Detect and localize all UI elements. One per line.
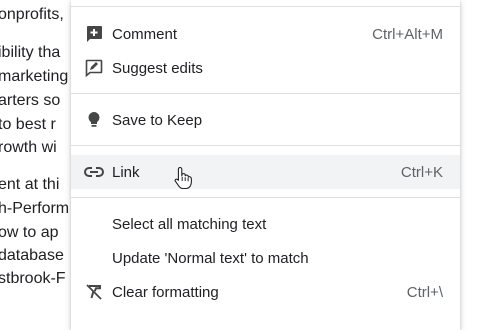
menu-item-comment[interactable]: Comment Ctrl+Alt+M: [71, 17, 460, 51]
keep-bulb-icon: [84, 110, 104, 130]
document-line: rowth wi: [0, 139, 57, 156]
menu-item-label: Save to Keep: [112, 111, 203, 129]
menu-divider: [71, 197, 460, 198]
menu-item-label: Update 'Normal text' to match: [112, 249, 309, 267]
document-line: ent at thi: [0, 176, 60, 193]
document-line: to best r: [0, 116, 56, 133]
document-line: marketing: [0, 68, 69, 85]
clear-formatting-icon: [84, 282, 104, 302]
document-line: onprofits,: [0, 6, 64, 23]
link-icon: [84, 162, 104, 182]
hand-pointer-cursor-icon: [172, 165, 196, 191]
menu-item-link[interactable]: Link Ctrl+K: [71, 155, 460, 189]
document-line: h-Perform: [0, 200, 70, 217]
context-menu: Comment Ctrl+Alt+M Suggest edits Save to…: [71, 0, 460, 330]
document-line: database: [0, 247, 64, 264]
menu-item-shortcut: Ctrl+K: [400, 163, 443, 181]
menu-item-label: Suggest edits: [112, 59, 203, 77]
menu-item-label: Clear formatting: [112, 283, 219, 301]
document-line: stbrook-F: [0, 270, 66, 287]
menu-item-label: Comment: [112, 25, 178, 43]
menu-item-suggest-edits[interactable]: Suggest edits: [71, 51, 460, 85]
add-comment-icon: [84, 24, 104, 44]
document-line: ow to ap: [0, 224, 59, 241]
document-line: ibility tha: [0, 44, 61, 61]
menu-item-save-to-keep[interactable]: Save to Keep: [71, 103, 460, 137]
menu-item-shortcut: Ctrl+Alt+M: [372, 25, 443, 43]
menu-divider: [71, 145, 460, 146]
menu-item-update-normal-text[interactable]: Update 'Normal text' to match: [71, 241, 460, 275]
menu-item-clear-formatting[interactable]: Clear formatting Ctrl+\: [71, 275, 460, 309]
menu-item-select-all-matching[interactable]: Select all matching text: [71, 207, 460, 241]
document-line: arters so: [0, 92, 61, 109]
suggest-edits-icon: [84, 58, 104, 78]
menu-item-label: Link: [112, 163, 140, 181]
menu-item-label: Select all matching text: [112, 215, 267, 233]
menu-item-shortcut: Ctrl+\: [406, 283, 443, 301]
menu-divider: [71, 93, 460, 94]
menu-divider: [71, 6, 460, 7]
